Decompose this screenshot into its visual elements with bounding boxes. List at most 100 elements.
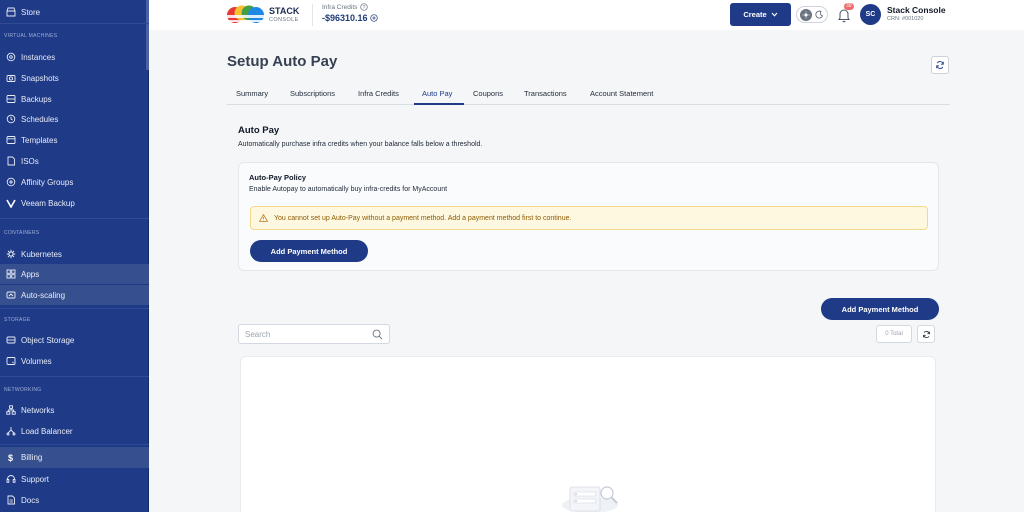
- tab-coupons[interactable]: Coupons: [473, 89, 503, 98]
- sidebar: Store VIRTUAL MACHINES Instances Snapsho…: [0, 0, 149, 512]
- sidebar-divider: [0, 308, 149, 309]
- stack-console-logo-icon[interactable]: [226, 5, 266, 25]
- sidebar-item-apps[interactable]: Apps: [0, 264, 149, 284]
- snapshots-icon: [5, 73, 16, 84]
- sidebar-item-networks[interactable]: Networks: [0, 400, 149, 420]
- sidebar-item-label: Store: [21, 7, 41, 17]
- sidebar-item-label: Networks: [21, 405, 55, 415]
- tab-auto-pay[interactable]: Auto Pay: [422, 89, 452, 98]
- volumes-icon: [5, 356, 16, 367]
- kubernetes-icon: [5, 249, 16, 260]
- active-tab-indicator: [414, 103, 464, 105]
- refresh-button[interactable]: [931, 56, 949, 74]
- svg-text:?: ?: [363, 5, 366, 11]
- sidebar-item-label: Instances: [21, 52, 56, 62]
- sidebar-item-instances[interactable]: Instances: [0, 47, 149, 67]
- infra-credits-text: Infra Credits: [322, 3, 358, 11]
- credits-amount: -$96310.16: [322, 13, 368, 23]
- sidebar-item-label: Backups: [21, 94, 52, 104]
- sidebar-item-label: Veeam Backup: [21, 198, 75, 208]
- policy-title: Auto-Pay Policy: [249, 173, 307, 182]
- refresh-list-button[interactable]: [917, 325, 935, 343]
- sidebar-item-label: Object Storage: [21, 335, 75, 345]
- sidebar-item-isos[interactable]: ISOs: [0, 151, 149, 171]
- warning-text: You cannot set up Auto-Pay without a pay…: [274, 214, 572, 222]
- section-containers: CONTAINERS: [4, 230, 40, 236]
- add-payment-method-button[interactable]: Add Payment Method: [250, 240, 368, 262]
- sidebar-item-snapshots[interactable]: Snapshots: [0, 68, 149, 88]
- tab-subscriptions[interactable]: Subscriptions: [290, 89, 335, 98]
- logo-text: STACK: [269, 6, 300, 16]
- apps-icon: [5, 269, 16, 280]
- warning-icon: [259, 214, 268, 222]
- infra-credits-value: -$96310.16: [322, 13, 378, 23]
- sun-icon: [800, 8, 813, 21]
- sidebar-item-veeam-backup[interactable]: Veeam Backup: [0, 193, 149, 213]
- avatar[interactable]: SC: [860, 4, 881, 25]
- refresh-icon: [922, 330, 930, 338]
- sidebar-divider: [0, 376, 149, 377]
- theme-toggle[interactable]: [796, 6, 828, 23]
- object-storage-icon: [5, 335, 16, 346]
- total-count-badge: 0 Total: [876, 325, 912, 343]
- sidebar-item-store[interactable]: Store: [0, 2, 149, 22]
- user-name[interactable]: Stack Console: [887, 5, 946, 15]
- section-virtual-machines: VIRTUAL MACHINES: [4, 33, 58, 39]
- sidebar-item-templates[interactable]: Templates: [0, 130, 149, 150]
- create-button-label: Create: [743, 10, 767, 19]
- veeam-icon: [5, 198, 16, 209]
- add-credits-icon[interactable]: [369, 14, 378, 22]
- policy-description: Enable Autopay to automatically buy infr…: [249, 186, 448, 193]
- sidebar-item-label: Schedules: [21, 114, 59, 124]
- search-placeholder: Search: [245, 329, 271, 339]
- section-storage: STORAGE: [4, 317, 31, 323]
- chevron-down-icon: [771, 12, 778, 17]
- add-payment-method-button-secondary[interactable]: Add Payment Method: [821, 298, 939, 320]
- sidebar-item-label: Templates: [21, 135, 58, 145]
- sidebar-item-label: Load Balancer: [21, 426, 73, 436]
- sidebar-item-kubernetes[interactable]: Kubernetes: [0, 244, 149, 264]
- sidebar-item-label: Auto-scaling: [21, 290, 66, 300]
- load-balancer-icon: [5, 426, 16, 437]
- refresh-icon: [936, 61, 944, 69]
- sidebar-item-label: ISOs: [21, 156, 39, 166]
- docs-icon: [5, 495, 16, 506]
- page-title: Setup Auto Pay: [227, 53, 338, 70]
- billing-tabs: Summary Subscriptions Infra Credits Auto…: [227, 83, 950, 105]
- help-icon[interactable]: ?: [360, 3, 369, 11]
- sidebar-item-backups[interactable]: Backups: [0, 89, 149, 109]
- logo-subtext: CONSOLE: [269, 17, 299, 23]
- sidebar-item-label: Volumes: [21, 356, 52, 366]
- sidebar-item-docs[interactable]: Docs: [0, 490, 149, 510]
- sidebar-item-auto-scaling[interactable]: Auto-scaling: [0, 285, 149, 305]
- affinity-groups-icon: [5, 177, 16, 188]
- sidebar-item-object-storage[interactable]: Object Storage: [0, 330, 149, 350]
- create-button[interactable]: Create: [730, 3, 791, 26]
- sidebar-item-volumes[interactable]: Volumes: [0, 351, 149, 371]
- sidebar-item-support[interactable]: Support: [0, 469, 149, 489]
- infra-credits-label: Infra Credits ?: [322, 3, 369, 11]
- section-title: Auto Pay: [238, 125, 280, 136]
- sidebar-item-label: Apps: [21, 269, 40, 279]
- backups-icon: [5, 94, 16, 105]
- user-crn: CRN: #001020: [887, 16, 924, 22]
- top-bar: STACK CONSOLE Infra Credits ? -$96310.16…: [149, 0, 1024, 30]
- notification-count-badge: 39: [844, 3, 854, 10]
- empty-state-illustration-icon: [562, 486, 618, 512]
- tab-account-statement[interactable]: Account Statement: [590, 89, 653, 98]
- schedules-icon: [5, 114, 16, 125]
- sidebar-item-load-balancer[interactable]: Load Balancer: [0, 421, 149, 441]
- sidebar-item-label: Affinity Groups: [21, 177, 74, 187]
- sidebar-item-affinity-groups[interactable]: Affinity Groups: [0, 172, 149, 192]
- tab-summary[interactable]: Summary: [236, 89, 268, 98]
- sidebar-item-label: Snapshots: [21, 73, 59, 83]
- search-input[interactable]: Search: [238, 324, 390, 344]
- payment-method-warning: You cannot set up Auto-Pay without a pay…: [250, 206, 928, 230]
- tab-transactions[interactable]: Transactions: [524, 89, 567, 98]
- sidebar-item-schedules[interactable]: Schedules: [0, 109, 149, 129]
- tab-infra-credits[interactable]: Infra Credits: [358, 89, 399, 98]
- iso-icon: [5, 156, 16, 167]
- divider: [312, 4, 313, 26]
- section-description: Automatically purchase infra credits whe…: [238, 141, 483, 148]
- sidebar-item-billing[interactable]: $ Billing: [0, 447, 149, 468]
